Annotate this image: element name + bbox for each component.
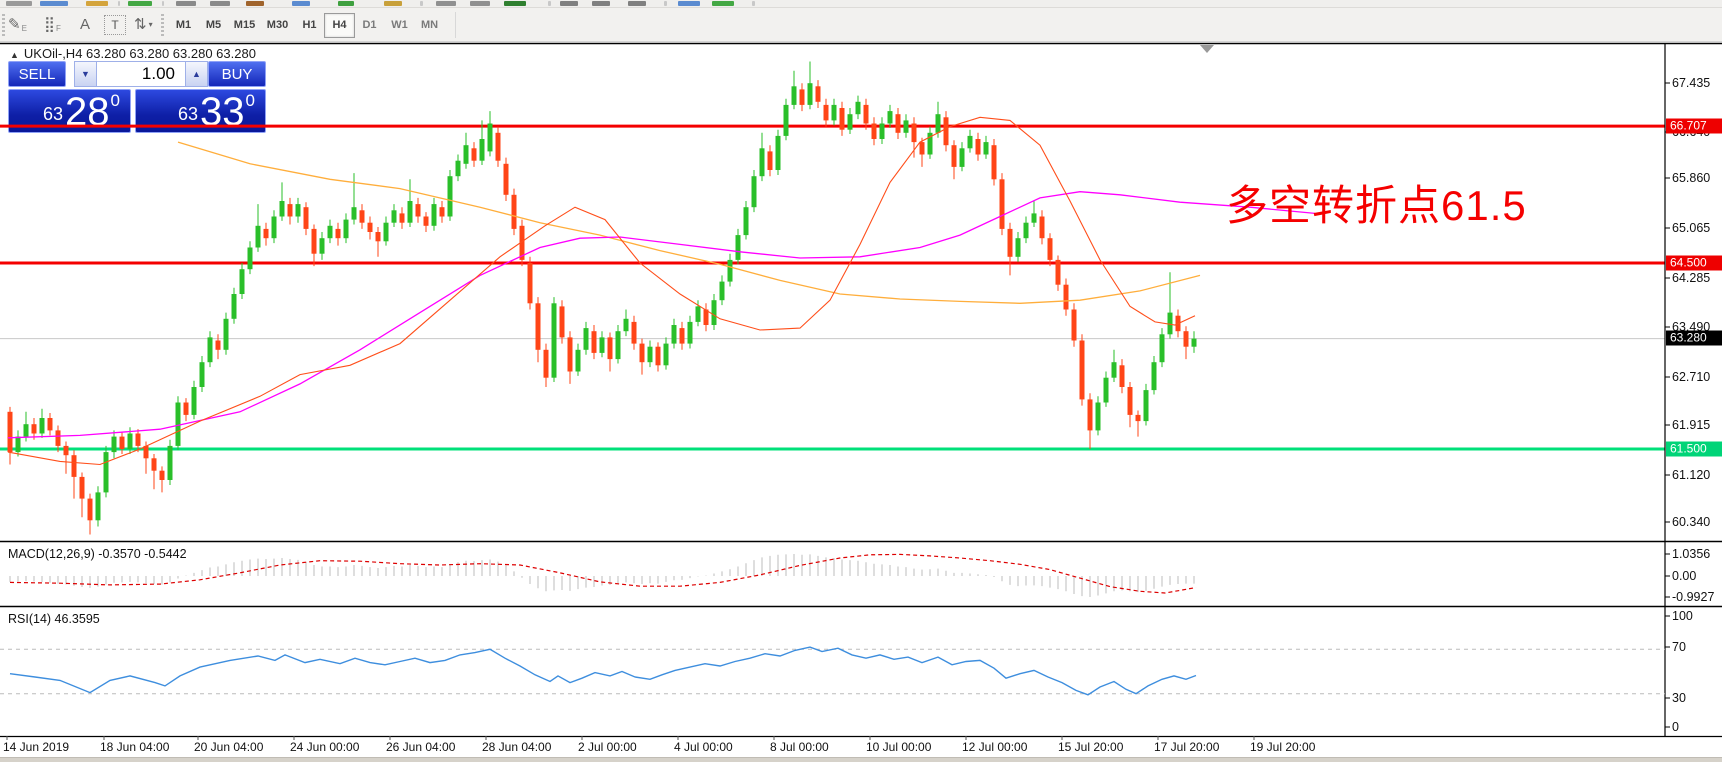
ma-medium-magenta (7, 191, 1316, 439)
chart-canvas[interactable] (0, 0, 1722, 762)
price-badge-64.500: 64.500 (1666, 255, 1722, 271)
date-label: 18 Jun 04:00 (100, 740, 170, 754)
price-badge-66.707: 66.707 (1666, 118, 1722, 134)
status-strip (0, 757, 1722, 762)
date-label: 20 Jun 04:00 (194, 740, 264, 754)
ma-slow-orange (177, 141, 1201, 304)
ma-medium-magenta (7, 191, 1316, 439)
date-label: 15 Jul 20:00 (1058, 740, 1124, 754)
macd-indicator (9, 553, 1197, 597)
date-label: 28 Jun 04:00 (482, 740, 552, 754)
price-annotation-text: 多空转折点61.5 (1226, 182, 1527, 229)
date-label: 26 Jun 04:00 (386, 740, 456, 754)
axis-label: 67.435 (1672, 76, 1711, 90)
ma-slow-orange (177, 141, 1201, 304)
date-label: 8 Jul 00:00 (770, 740, 829, 754)
rsi-indicator (0, 646, 1665, 696)
chart-shift-icon (1200, 45, 1214, 53)
axis-label: 60.340 (1672, 515, 1711, 529)
axis-label: 61.915 (1672, 418, 1711, 432)
metatrader-window: { "toolbar": { "top_stubs": [[6,26,"#9A9… (0, 0, 1722, 762)
candlestick-series (7, 61, 1197, 535)
axis-label: 62.710 (1672, 370, 1711, 384)
axis-label: 61.120 (1672, 468, 1711, 482)
axis-label: 65.860 (1672, 171, 1711, 185)
axis-label: 100 (1672, 609, 1693, 623)
date-label: 10 Jul 00:00 (866, 740, 932, 754)
rsi-label: RSI(14) 46.3595 (8, 612, 100, 626)
axis-label: 70 (1672, 640, 1686, 654)
axis-label: 1.0356 (1672, 547, 1711, 561)
date-label: 14 Jun 2019 (3, 740, 70, 754)
date-label: 24 Jun 00:00 (290, 740, 360, 754)
chart-shift-marker (1200, 45, 1214, 53)
date-label: 17 Jul 20:00 (1154, 740, 1220, 754)
price-badge-61.500: 61.500 (1666, 441, 1722, 457)
axis-label: 30 (1672, 691, 1686, 705)
date-label: 19 Jul 20:00 (1250, 740, 1316, 754)
axis-label: -0.9927 (1672, 590, 1715, 604)
axis-label: 0.00 (1672, 569, 1697, 583)
axis-label: 0 (1672, 720, 1679, 734)
axis-label: 65.065 (1672, 221, 1711, 235)
price-badge-63.280: 63.280 (1666, 330, 1722, 346)
date-label: 12 Jul 00:00 (962, 740, 1028, 754)
axis-label: 64.285 (1672, 271, 1711, 285)
date-label: 2 Jul 00:00 (578, 740, 637, 754)
date-label: 4 Jul 00:00 (674, 740, 733, 754)
panel-frame (0, 42, 1722, 740)
macd-label: MACD(12,26,9) -0.3570 -0.5442 (8, 547, 187, 561)
